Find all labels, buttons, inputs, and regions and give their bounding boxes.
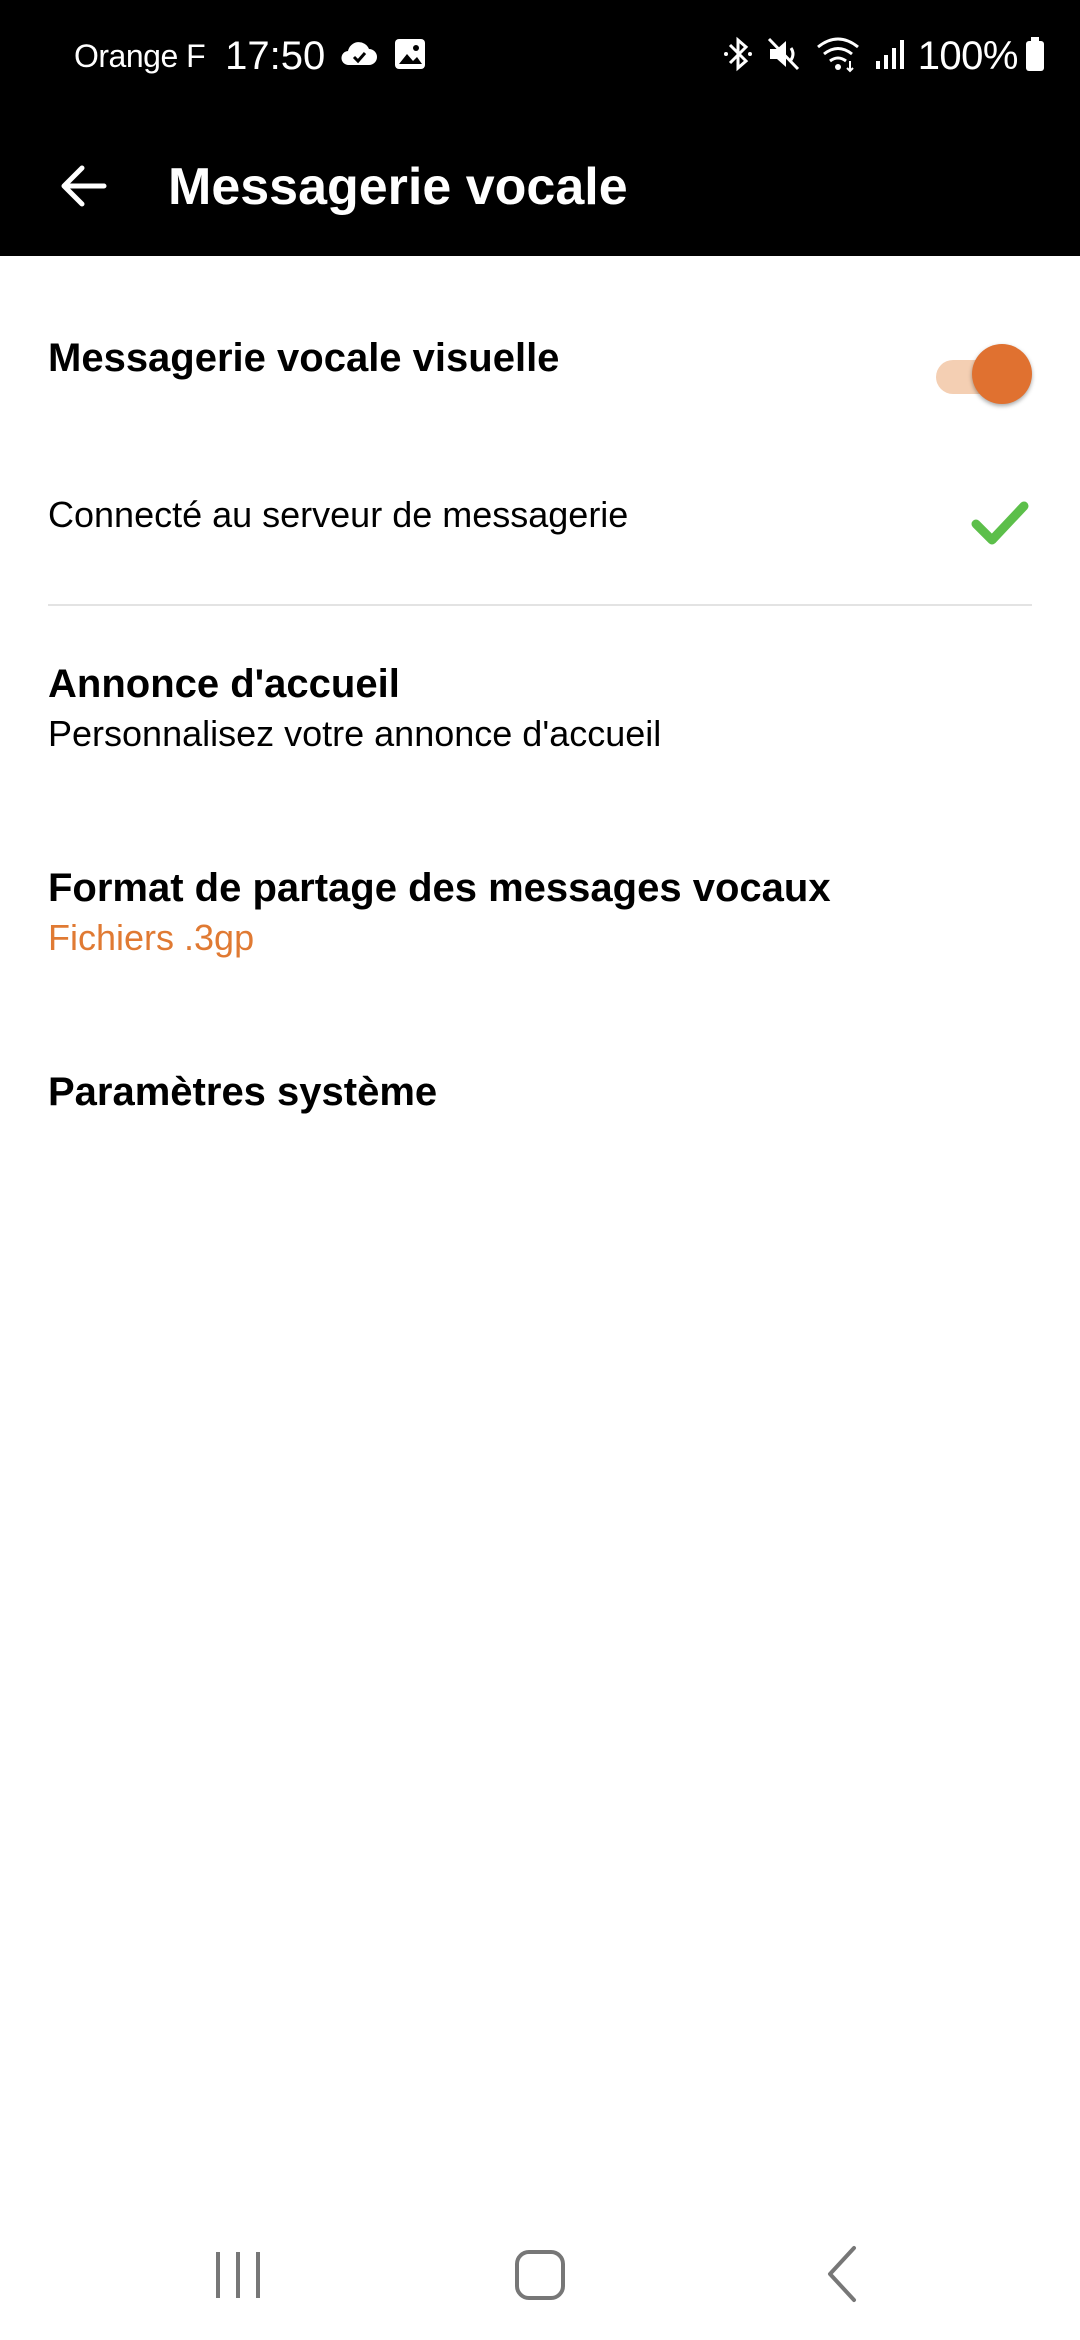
mute-icon bbox=[766, 35, 802, 78]
share-format-value: Fichiers .3gp bbox=[48, 917, 255, 958]
greeting-title: Annonce d'accueil bbox=[48, 662, 400, 706]
wifi-icon bbox=[816, 35, 860, 78]
status-bar-left: Orange F 17:50 bbox=[74, 34, 427, 79]
page-title: Messagerie vocale bbox=[168, 158, 628, 216]
server-status-row: Connecté au serveur de messagerie bbox=[48, 494, 1032, 536]
battery-percent: 100% bbox=[917, 34, 1019, 78]
back-button[interactable] bbox=[52, 154, 116, 218]
home-icon bbox=[515, 2250, 565, 2300]
clock: 17:50 bbox=[225, 34, 326, 78]
bluetooth-icon bbox=[723, 35, 752, 78]
visual-voicemail-row[interactable]: Messagerie vocale visuelle bbox=[48, 336, 1032, 381]
checkmark-icon bbox=[970, 494, 1030, 554]
server-status-text: Connecté au serveur de messagerie bbox=[48, 494, 629, 535]
signal-icon bbox=[874, 37, 908, 76]
share-format-title: Format de partage des messages vocaux bbox=[48, 866, 831, 910]
app-bar: Messagerie vocale bbox=[0, 118, 1080, 256]
navigation-bar bbox=[0, 2200, 1080, 2340]
recent-apps-button[interactable] bbox=[198, 2234, 278, 2314]
carrier-name: Orange F bbox=[74, 38, 206, 74]
toggle-thumb bbox=[972, 344, 1032, 404]
divider bbox=[48, 604, 1032, 606]
battery-icon bbox=[1024, 35, 1046, 78]
nav-back-button[interactable] bbox=[802, 2234, 882, 2314]
arrow-left-icon bbox=[61, 165, 107, 207]
chevron-left-icon bbox=[828, 2246, 856, 2302]
system-settings-title: Paramètres système bbox=[48, 1070, 438, 1114]
system-settings-row[interactable]: Paramètres système bbox=[48, 1070, 1032, 1115]
share-format-row[interactable]: Format de partage des messages vocaux Fi… bbox=[48, 866, 1032, 959]
visual-voicemail-title: Messagerie vocale visuelle bbox=[48, 336, 560, 380]
recent-apps-icon bbox=[216, 2252, 260, 2298]
home-button[interactable] bbox=[500, 2234, 580, 2314]
status-bar-right: 100% bbox=[710, 34, 1046, 79]
greeting-row[interactable]: Annonce d'accueil Personnalisez votre an… bbox=[48, 662, 1032, 755]
greeting-subtitle: Personnalisez votre annonce d'accueil bbox=[48, 713, 662, 754]
visual-voicemail-toggle[interactable] bbox=[932, 340, 1032, 410]
status-bar: Orange F 17:50 100% bbox=[0, 0, 1080, 118]
cloud-icon bbox=[339, 39, 379, 74]
gallery-icon bbox=[393, 37, 427, 76]
